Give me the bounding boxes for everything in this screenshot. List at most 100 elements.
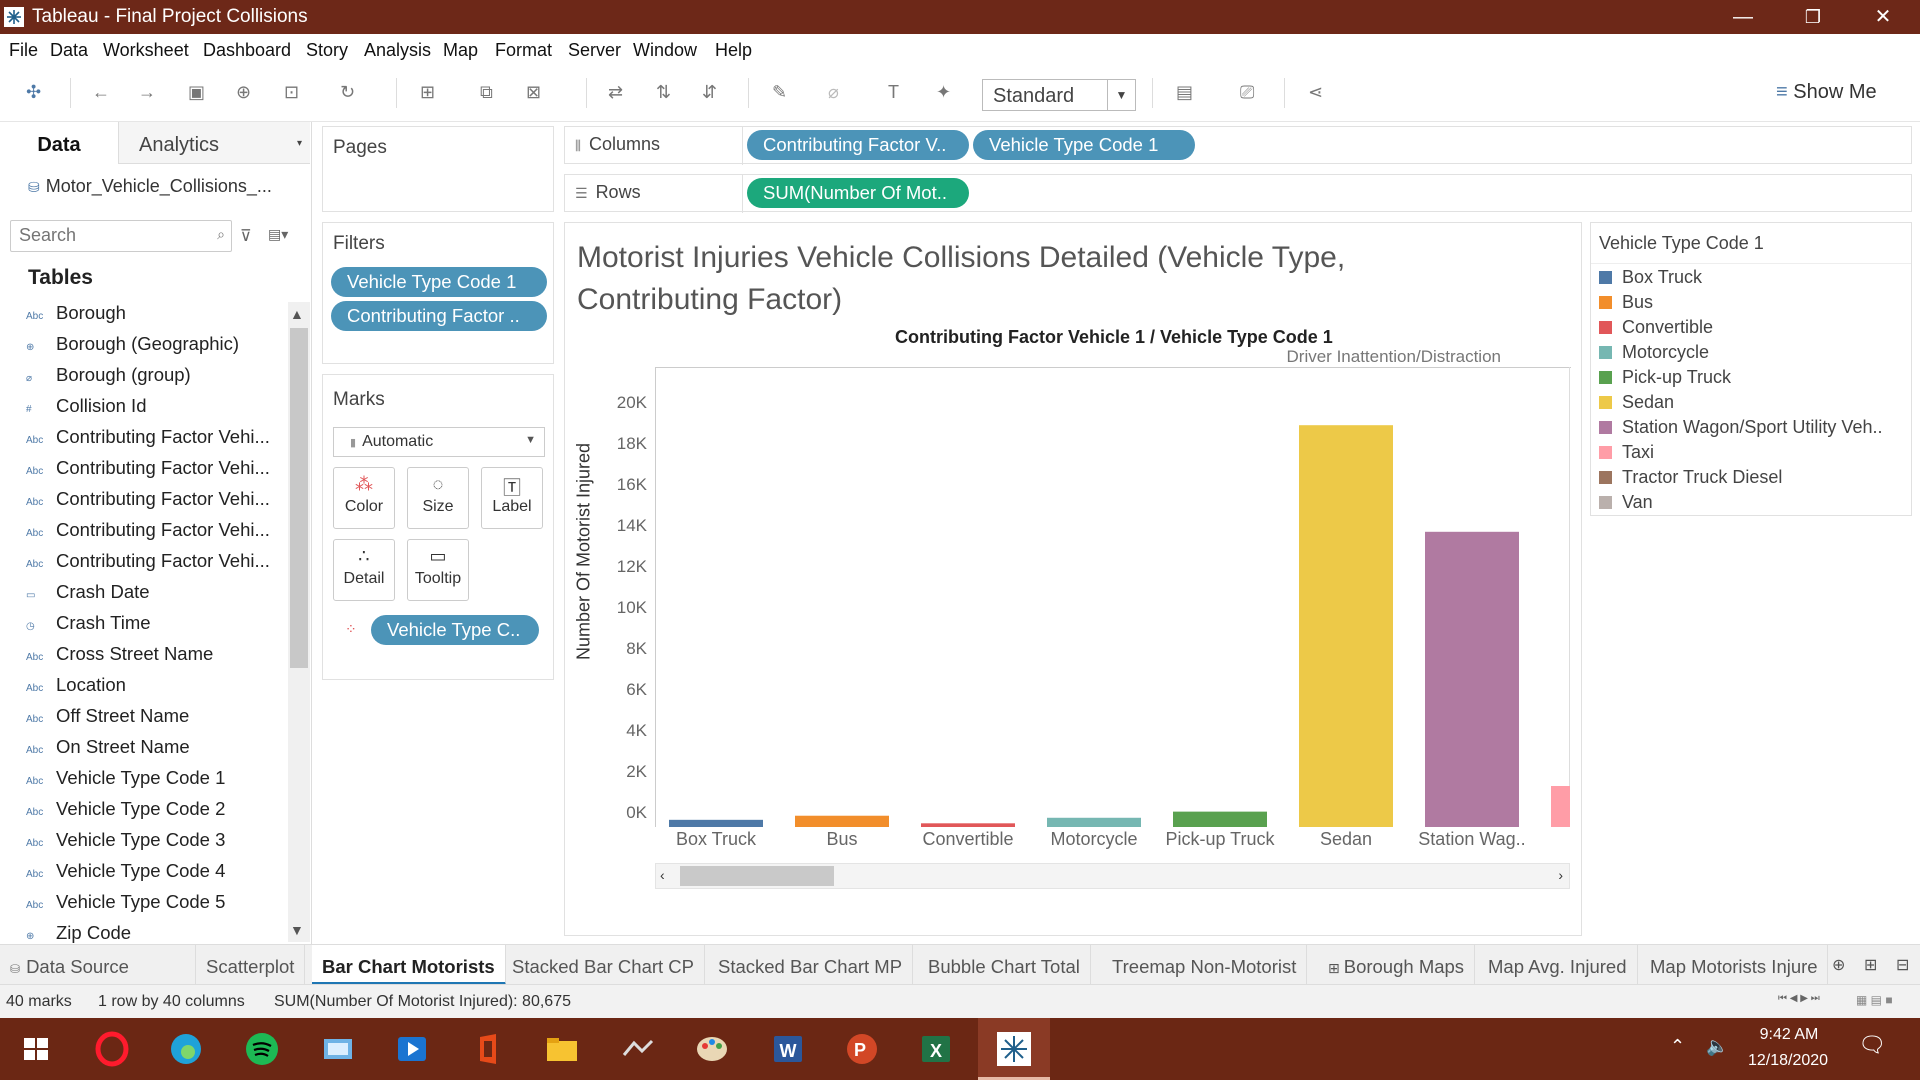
bar-bus[interactable] <box>795 815 889 827</box>
tab-map-avg-injured[interactable]: Map Avg. Injured <box>1478 945 1638 985</box>
legend-item[interactable]: Tractor Truck Diesel <box>1599 467 1782 488</box>
pane-menu-icon[interactable]: ▾ <box>297 138 302 149</box>
excel-icon[interactable]: X <box>918 1031 954 1067</box>
notifications-icon[interactable]: 🗨 <box>1858 1032 1886 1058</box>
powerpoint-icon[interactable]: P <box>844 1031 880 1067</box>
new-worksheet-icon[interactable]: ⊞ <box>420 82 435 103</box>
horizontal-scrollbar[interactable]: ‹ › <box>655 863 1570 889</box>
field-item[interactable]: Abc Vehicle Type Code 3 <box>26 829 225 851</box>
edge-icon[interactable] <box>168 1031 204 1067</box>
file-explorer-icon[interactable] <box>544 1031 580 1067</box>
new-datasource-icon[interactable]: ⊕ <box>236 82 251 103</box>
legend-item[interactable]: Pick-up Truck <box>1599 367 1731 388</box>
datasource-item[interactable]: ⛁ Motor_Vehicle_Collisions_... <box>28 176 272 197</box>
minimize-button[interactable]: — <box>1714 0 1772 34</box>
field-item[interactable]: Abc Vehicle Type Code 5 <box>26 891 225 913</box>
bar-sedan[interactable] <box>1299 425 1393 827</box>
volume-icon[interactable]: 🔈 <box>1706 1036 1728 1057</box>
menu-map[interactable]: Map <box>443 40 478 61</box>
column-pill-vehicle-type[interactable]: Vehicle Type Code 1 <box>973 130 1195 160</box>
show-hidden-icons-icon[interactable]: ⌃ <box>1670 1036 1685 1057</box>
control-panel-icon[interactable] <box>320 1031 356 1067</box>
field-list-scrollbar[interactable]: ▲ ▼ <box>288 302 310 942</box>
taskbar-time[interactable]: 9:42 AM <box>1744 1026 1834 1044</box>
search-field[interactable]: ⌕ <box>10 220 232 252</box>
paint-icon[interactable] <box>694 1031 730 1067</box>
menu-worksheet[interactable]: Worksheet <box>103 40 189 61</box>
legend-item[interactable]: Bus <box>1599 292 1653 313</box>
legend-item[interactable]: Convertible <box>1599 317 1713 338</box>
legend-item[interactable]: Taxi <box>1599 442 1654 463</box>
tab-map-motorists-injured[interactable]: Map Motorists Injure <box>1640 945 1828 985</box>
field-item[interactable]: Abc Vehicle Type Code 4 <box>26 860 225 882</box>
sort-ascending-icon[interactable]: ⇅ <box>656 82 671 103</box>
legend-item[interactable]: Motorcycle <box>1599 342 1709 363</box>
legend-item[interactable]: Van <box>1599 492 1653 513</box>
bar-convertible[interactable] <box>921 823 1015 827</box>
view-options-icon[interactable]: ▤▾ <box>268 226 288 243</box>
field-item[interactable]: Abc On Street Name <box>26 736 190 758</box>
view-layout-icon[interactable]: ▦ ▤ ■ <box>1856 993 1893 1007</box>
tab-borough-maps[interactable]: ⊞ Borough Maps <box>1318 945 1476 985</box>
marks-size-button[interactable]: ◌ Size <box>407 467 469 529</box>
sheet-navigation-icon[interactable]: ⏮ ◀ ▶ ⏭ <box>1778 993 1820 1004</box>
tab-stacked-bar-chart-cp[interactable]: Stacked Bar Chart CP <box>502 945 705 985</box>
taskbar-active-tableau[interactable] <box>978 1018 1050 1080</box>
fit-select[interactable]: Standard ▼ <box>982 79 1136 111</box>
field-item[interactable]: Abc Vehicle Type Code 2 <box>26 798 225 820</box>
field-item[interactable]: ⊕ Borough (Geographic) <box>26 333 239 355</box>
tab-treemap-non-motorist[interactable]: Treemap Non-Motorist <box>1102 945 1308 985</box>
taskbar-date[interactable]: 12/18/2020 <box>1738 1052 1838 1070</box>
pause-updates-icon[interactable]: ⊡ <box>284 82 299 103</box>
field-item[interactable]: Abc Contributing Factor Vehi... <box>26 426 270 448</box>
save-icon[interactable]: ▣ <box>188 82 205 103</box>
highlight-icon[interactable]: ✎ <box>772 82 787 103</box>
menu-window[interactable]: Window <box>633 40 697 61</box>
marks-detail-button[interactable]: ∴ Detail <box>333 539 395 601</box>
new-dashboard-tab-icon[interactable]: ⊞ <box>1864 955 1877 975</box>
share-icon[interactable]: ⋖ <box>1308 82 1323 103</box>
menu-dashboard[interactable]: Dashboard <box>203 40 291 61</box>
tab-scatterplot[interactable]: Scatterplot <box>196 945 306 985</box>
scrollbar-thumb[interactable] <box>290 328 308 668</box>
field-item[interactable]: Abc Location <box>26 674 126 696</box>
tab-bubble-chart-total[interactable]: Bubble Chart Total <box>918 945 1091 985</box>
field-item[interactable]: ◷ Crash Time <box>26 612 151 634</box>
scrollbar-thumb[interactable] <box>680 866 834 886</box>
column-pill-contributing-factor[interactable]: Contributing Factor V.. <box>747 130 969 160</box>
bar-pick-up-truck[interactable] <box>1173 811 1267 827</box>
clear-sheet-icon[interactable]: ⊠ <box>526 82 541 103</box>
sort-descending-icon[interactable]: ⇵ <box>702 82 717 103</box>
restore-button[interactable]: ❐ <box>1784 0 1842 34</box>
show-cards-icon[interactable]: ▤ <box>1176 82 1193 103</box>
field-item[interactable]: ⌀ Borough (group) <box>26 364 191 386</box>
menu-story[interactable]: Story <box>306 40 348 61</box>
group-icon[interactable]: ⌀ <box>828 82 839 103</box>
menu-file[interactable]: File <box>9 40 38 61</box>
swap-rows-columns-icon[interactable]: ⇄ <box>608 82 623 103</box>
field-item[interactable]: Abc Contributing Factor Vehi... <box>26 488 270 510</box>
marks-tooltip-button[interactable]: ▭ Tooltip <box>407 539 469 601</box>
filter-icon[interactable]: ⊽ <box>240 226 252 246</box>
filter-pill-vehicle-type[interactable]: Vehicle Type Code 1 <box>331 267 547 297</box>
tab-stacked-bar-chart-mp[interactable]: Stacked Bar Chart MP <box>708 945 914 985</box>
new-worksheet-tab-icon[interactable]: ⊕ <box>1832 955 1845 975</box>
scroll-up-icon[interactable]: ▲ <box>290 306 304 322</box>
mark-type-select[interactable]: ▮ Automatic ▼ <box>333 427 545 457</box>
tab-bar-chart-motorists[interactable]: Bar Chart Motorists <box>312 945 506 985</box>
scroll-left-icon[interactable]: ‹ <box>660 867 665 883</box>
field-item[interactable]: Abc Contributing Factor Vehi... <box>26 519 270 541</box>
field-item[interactable]: ⊕ Zip Code <box>26 922 131 944</box>
bar-motorcycle[interactable] <box>1047 817 1141 827</box>
presentation-mode-icon[interactable]: ⎚ <box>1240 82 1254 103</box>
marks-color-button[interactable]: ⁂ Color <box>333 467 395 529</box>
windows-start-icon[interactable] <box>18 1031 54 1067</box>
tab-data[interactable]: Data <box>0 122 118 164</box>
bar-partial[interactable] <box>1551 786 1570 827</box>
redo-icon[interactable]: → <box>138 82 156 103</box>
scroll-right-icon[interactable]: › <box>1558 867 1563 883</box>
menu-help[interactable]: Help <box>715 40 752 61</box>
app-icon[interactable] <box>620 1031 656 1067</box>
field-item[interactable]: Abc Cross Street Name <box>26 643 213 665</box>
office-icon[interactable] <box>470 1031 506 1067</box>
